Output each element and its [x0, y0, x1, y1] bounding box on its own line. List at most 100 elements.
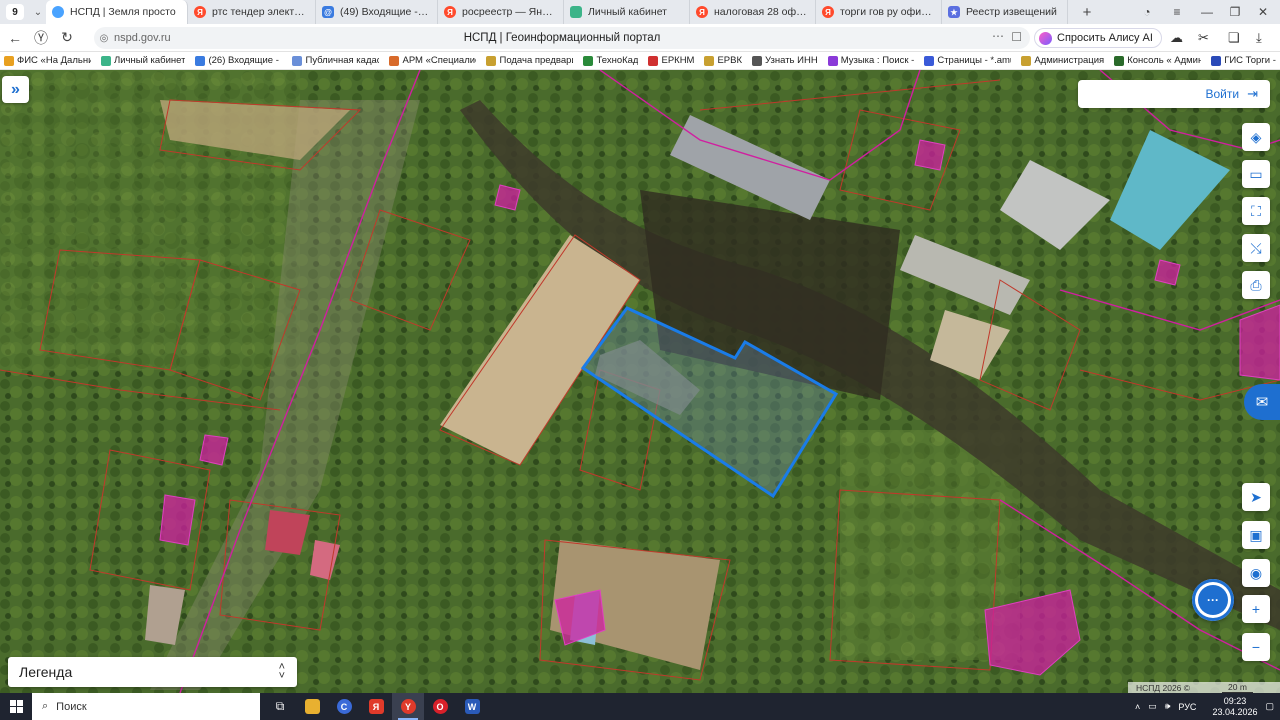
ask-alice-button[interactable]: Спросить Алису AI: [1034, 28, 1162, 48]
minimap-icon[interactable]: ▣: [1242, 521, 1270, 549]
restore-icon[interactable]: ❐: [1220, 0, 1250, 24]
bookmark-favicon-icon: [4, 55, 14, 66]
extension-icon[interactable]: ✂: [1198, 30, 1209, 46]
tab-torgi-search[interactable]: Я торги гов ру официальн: [816, 0, 942, 24]
volume-icon[interactable]: 🕪: [1165, 701, 1171, 712]
registry-icon: ★: [948, 6, 960, 18]
profile-icon[interactable]: ◔: [1132, 0, 1162, 24]
tab-count-badge[interactable]: 9: [6, 4, 24, 20]
task-view-icon[interactable]: ⧉: [264, 693, 296, 720]
navigate-icon[interactable]: ➤: [1242, 483, 1270, 511]
tab-rts-tender[interactable]: Я ртс тендер электронная: [188, 0, 316, 24]
bookmark-favicon-icon: [752, 55, 763, 66]
address-bar: ← Ⓨ ↻ ◎ nspd.gov.ru НСПД | Геоинформацио…: [0, 24, 1280, 52]
expand-panel-button[interactable]: »: [2, 76, 29, 103]
tab-personal-cabinet[interactable]: Личный кабинет: [564, 0, 690, 24]
chat-icon: ···: [1198, 585, 1228, 615]
mail-icon: @: [322, 6, 334, 18]
yandex-icon: Я: [194, 6, 206, 18]
bookmark-item[interactable]: ЕРВК: [700, 55, 748, 66]
bookmark-item[interactable]: Страницы - *.amu: [920, 55, 1017, 66]
share-icon[interactable]: ⤯: [1242, 234, 1270, 262]
nspd-globe-icon: [52, 6, 64, 18]
bookmark-favicon-icon: [924, 55, 935, 66]
login-button[interactable]: Войти ⇥: [1078, 80, 1270, 108]
ruler-icon[interactable]: ▭: [1242, 160, 1270, 188]
login-label: Войти: [1205, 87, 1240, 101]
bookmark-favicon-icon: [704, 55, 715, 66]
bookmark-item[interactable]: ЕРКНМ: [644, 55, 700, 66]
location-icon[interactable]: ◉: [1242, 559, 1270, 587]
file-explorer-icon[interactable]: [296, 693, 328, 720]
satellite-map[interactable]: [0, 70, 1280, 693]
network-icon[interactable]: ▭: [1148, 701, 1157, 712]
layers-icon[interactable]: ◈: [1242, 123, 1270, 151]
bookmark-favicon-icon: [583, 55, 594, 66]
close-icon[interactable]: ✕: [1248, 0, 1278, 24]
help-bubble-icon[interactable]: ✉: [1244, 384, 1280, 420]
yandex-app-icon[interactable]: Я: [360, 693, 392, 720]
bookmark-item[interactable]: Музыка : Поиск -: [824, 55, 921, 66]
zoom-out-icon[interactable]: −: [1242, 633, 1270, 661]
bookmark-item[interactable]: АРМ «Специалис: [385, 55, 482, 66]
opera-icon[interactable]: O: [424, 693, 456, 720]
bookmark-item[interactable]: ГИС Торги -: [1207, 55, 1280, 66]
tab-notice-registry[interactable]: ★ Реестр извещений: [942, 0, 1068, 24]
system-tray: ˄ ▭ 🕪 РУС 09:23 23.04.2026 ▢: [1135, 693, 1280, 720]
print-icon[interactable]: ⎙: [1242, 271, 1270, 299]
bookmark-item[interactable]: Личный кабинет: [97, 55, 191, 66]
browser-menu-icon[interactable]: ≡: [1162, 0, 1192, 24]
bookmark-favicon-icon: [486, 55, 497, 66]
tab-strip: 9 ⌄ НСПД | Земля просто Я ртс тендер эле…: [0, 0, 1280, 24]
tab-tax-search[interactable]: Я налоговая 28 официаль: [690, 0, 816, 24]
zoom-in-icon[interactable]: +: [1242, 595, 1270, 623]
minimize-icon[interactable]: —: [1192, 0, 1222, 24]
tray-overflow-icon[interactable]: ˄: [1135, 702, 1140, 712]
bookmark-item[interactable]: Публичная кадас: [288, 55, 385, 66]
more-options-icon[interactable]: ⋯: [992, 29, 1004, 43]
yandex-browser-icon[interactable]: Y: [392, 693, 424, 720]
taskbar-search-box[interactable]: ⌕ Поиск: [32, 693, 260, 720]
bookmark-icon[interactable]: ☐: [1011, 30, 1022, 44]
bookmark-favicon-icon: [292, 55, 303, 66]
bookmark-item[interactable]: Подача предвари: [482, 55, 579, 66]
bookmark-favicon-icon: [389, 55, 400, 66]
search-icon: ⌕: [42, 700, 49, 712]
bookmark-item[interactable]: Администрация: [1017, 55, 1110, 66]
select-area-icon[interactable]: ⛶: [1242, 197, 1270, 225]
tab-nspd[interactable]: НСПД | Земля просто: [46, 0, 188, 24]
windows-start-icon[interactable]: [0, 693, 32, 720]
clock[interactable]: 09:23 23.04.2026: [1212, 696, 1257, 718]
yandex-home-icon[interactable]: Ⓨ: [28, 26, 54, 50]
tab-rosreestr-search[interactable]: Я росреестр — Яндекс: на: [438, 0, 564, 24]
bookmark-item[interactable]: (26) Входящие - П: [191, 55, 288, 66]
bookmark-item[interactable]: ФИС «На Дальни: [0, 55, 97, 66]
language-indicator[interactable]: РУС: [1178, 702, 1196, 712]
bookmark-item[interactable]: Консоль « Админ: [1110, 55, 1207, 66]
notifications-icon[interactable]: ▢: [1265, 701, 1274, 712]
cloud-icon[interactable]: ☁: [1170, 30, 1183, 46]
word-icon[interactable]: W: [456, 693, 488, 720]
tab-mail-inbox[interactable]: @ (49) Входящие - Почта М: [316, 0, 438, 24]
back-arrow-icon[interactable]: ←: [2, 26, 28, 50]
new-tab-button[interactable]: +: [1076, 3, 1098, 21]
bookmarks-bar: ФИС «На Дальни Личный кабинет (26) Входя…: [0, 52, 1280, 70]
clock-date: 23.04.2026: [1212, 706, 1258, 717]
chat-button[interactable]: ···: [1192, 579, 1234, 621]
clock-time: 09:23: [1223, 695, 1247, 706]
app-c-icon[interactable]: C: [328, 693, 360, 720]
bookmark-favicon-icon: [101, 55, 111, 66]
url-field[interactable]: ◎ nspd.gov.ru НСПД | Геоинформационный п…: [94, 27, 1030, 49]
expand-chevrons-icon: ˄ ˅: [278, 661, 285, 682]
tabs-menu-chevron-icon[interactable]: ⌄: [30, 7, 46, 18]
reload-icon[interactable]: ↻: [54, 26, 80, 50]
legend-dropdown[interactable]: Легенда ˄ ˅: [8, 657, 297, 687]
ask-alice-label: Спросить Алису AI: [1057, 32, 1153, 44]
attribution-text: НСПД 2026 ©: [1136, 682, 1191, 693]
downloads-icon[interactable]: ⤓: [1256, 30, 1262, 46]
collections-icon[interactable]: ❏: [1228, 30, 1240, 46]
bookmark-item[interactable]: Узнать ИНН: [748, 55, 824, 66]
bookmark-item[interactable]: ТехноКад: [579, 55, 644, 66]
map-view[interactable]: » Войти ⇥ ◈ ▭ ⛶ ⤯ ⎙ ✉ ➤ ▣ ◉ + − ··· Леге…: [0, 70, 1280, 693]
login-icon: ⇥: [1247, 86, 1258, 101]
